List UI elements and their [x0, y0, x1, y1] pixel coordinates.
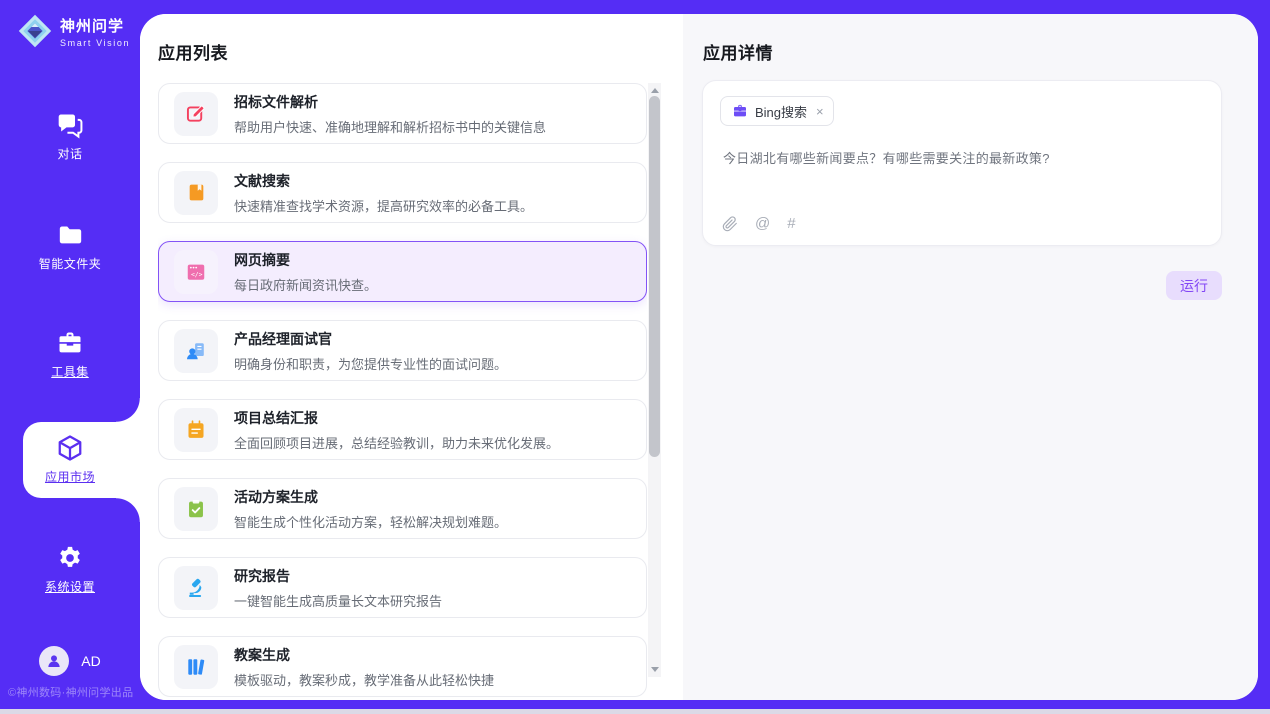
- app-card-description: 明确身份和职责，为您提供专业性的面试问题。: [234, 354, 507, 373]
- sidebar-item-3[interactable]: 工具集: [0, 328, 140, 380]
- browser-icon: </>: [174, 250, 218, 294]
- brand-name: 神州问学: [60, 15, 130, 36]
- toolbox-icon: [0, 328, 140, 358]
- document-edit-icon: [174, 92, 218, 136]
- scroll-down-icon[interactable]: [651, 667, 659, 672]
- app-card-title: 招标文件解析: [234, 92, 546, 112]
- bubble-curve-bottom: [116, 498, 140, 522]
- hash-icon[interactable]: #: [787, 215, 795, 232]
- sidebar-item-label: 系统设置: [0, 578, 140, 595]
- sidebar-item-label: 对话: [0, 145, 140, 162]
- notepad-icon: [174, 408, 218, 452]
- app-card-description: 模板驱动，教案秒成，教学准备从此轻松快捷: [234, 670, 494, 689]
- sidebar-item-label: 智能文件夹: [0, 255, 140, 272]
- app-card[interactable]: 项目总结汇报 全面回顾项目进展，总结经验教训，助力未来优化发展。: [158, 399, 647, 460]
- app-card-description: 智能生成个性化活动方案，轻松解决规划难题。: [234, 512, 507, 531]
- run-button[interactable]: 运行: [1166, 271, 1222, 300]
- app-logo: 神州问学 Smart Vision: [17, 13, 130, 49]
- app-list-title: 应用列表: [158, 39, 228, 64]
- avatar[interactable]: [39, 646, 69, 676]
- prompt-text: 今日湖北有哪些新闻要点？有哪些需要关注的最新政策?: [723, 149, 1201, 169]
- app-card-description: 帮助用户快速、准确地理解和解析招标书中的关键信息: [234, 117, 546, 136]
- diamond-logo-icon: [17, 13, 53, 49]
- research-icon: [174, 566, 218, 610]
- app-card-description: 快速精准查找学术资源，提高研究效率的必备工具。: [234, 196, 533, 215]
- main-panel: 应用列表 招标文件解析 帮助用户快速、准确地理解和解析招标书中的关键信息 文献搜…: [140, 14, 1258, 700]
- user-label: AD: [81, 653, 100, 669]
- gear-icon: [0, 543, 140, 573]
- sidebar-item-2[interactable]: 智能文件夹: [0, 220, 140, 272]
- app-card[interactable]: 招标文件解析 帮助用户快速、准确地理解和解析招标书中的关键信息: [158, 83, 647, 144]
- app-card-description: 一键智能生成高质量长文本研究报告: [234, 591, 442, 610]
- bottom-strip: [0, 709, 1270, 714]
- copyright-text: ©神州数码·神州问学出品: [8, 684, 133, 700]
- chat-icon: [0, 110, 140, 140]
- app-card-description: 每日政府新闻资讯快查。: [234, 275, 377, 294]
- tool-tag-label: Bing搜索: [755, 102, 807, 121]
- app-card[interactable]: 文献搜索 快速精准查找学术资源，提高研究效率的必备工具。: [158, 162, 647, 223]
- sidebar-item-1[interactable]: 对话: [0, 110, 140, 162]
- app-card-title: 产品经理面试官: [234, 329, 507, 349]
- app-card-list: 招标文件解析 帮助用户快速、准确地理解和解析招标书中的关键信息 文献搜索 快速精…: [158, 83, 647, 700]
- close-icon[interactable]: ×: [816, 105, 824, 118]
- sidebar-item-label: 工具集: [0, 363, 140, 380]
- app-list-panel: 应用列表 招标文件解析 帮助用户快速、准确地理解和解析招标书中的关键信息 文献搜…: [140, 14, 683, 700]
- app-detail-title: 应用详情: [703, 39, 773, 64]
- cube-icon: [0, 433, 140, 463]
- app-detail-panel: 应用详情 Bing搜索 × 今日湖北有哪些新闻要点？有哪些需要关注的最新政策? …: [683, 14, 1258, 700]
- scroll-up-icon[interactable]: [651, 88, 659, 93]
- sidebar: 神州问学 Smart Vision 对话 智能文件夹 工具集 应用市场 系统设置…: [0, 0, 140, 714]
- app-card-description: 全面回顾项目进展，总结经验教训，助力未来优化发展。: [234, 433, 559, 452]
- app-card-title: 文献搜索: [234, 171, 533, 191]
- user-row: AD: [0, 646, 140, 676]
- tool-tag[interactable]: Bing搜索 ×: [720, 96, 834, 126]
- scrollbar-thumb[interactable]: [649, 96, 660, 457]
- books-icon: [174, 645, 218, 689]
- svg-text:</>: </>: [191, 270, 203, 278]
- app-card-title: 网页摘要: [234, 250, 377, 270]
- scrollbar[interactable]: [648, 83, 661, 677]
- briefcase-icon: [732, 103, 748, 119]
- app-card[interactable]: 研究报告 一键智能生成高质量长文本研究报告: [158, 557, 647, 618]
- bubble-curve-top: [116, 398, 140, 422]
- app-card-title: 活动方案生成: [234, 487, 507, 507]
- app-card[interactable]: 产品经理面试官 明确身份和职责，为您提供专业性的面试问题。: [158, 320, 647, 381]
- app-card-title: 项目总结汇报: [234, 408, 559, 428]
- person-icon: [45, 652, 63, 670]
- at-icon[interactable]: @: [755, 215, 770, 232]
- sidebar-item-5[interactable]: 系统设置: [0, 543, 140, 595]
- app-card[interactable]: 活动方案生成 智能生成个性化活动方案，轻松解决规划难题。: [158, 478, 647, 539]
- brand-subtitle: Smart Vision: [60, 38, 130, 48]
- folder-icon: [0, 220, 140, 250]
- app-card[interactable]: </> 网页摘要 每日政府新闻资讯快查。: [158, 241, 647, 302]
- paperclip-icon[interactable]: [722, 216, 738, 232]
- clipboard-check-icon: [174, 487, 218, 531]
- app-card[interactable]: 教案生成 模板驱动，教案秒成，教学准备从此轻松快捷: [158, 636, 647, 697]
- prompt-input[interactable]: Bing搜索 × 今日湖北有哪些新闻要点？有哪些需要关注的最新政策? @#: [702, 80, 1222, 246]
- app-card-title: 研究报告: [234, 566, 442, 586]
- composer-toolbar: @#: [722, 215, 796, 232]
- book-icon: [174, 171, 218, 215]
- sidebar-item-4[interactable]: 应用市场: [0, 433, 140, 485]
- sidebar-item-label: 应用市场: [0, 468, 140, 485]
- app-card-title: 教案生成: [234, 645, 494, 665]
- interviewer-icon: [174, 329, 218, 373]
